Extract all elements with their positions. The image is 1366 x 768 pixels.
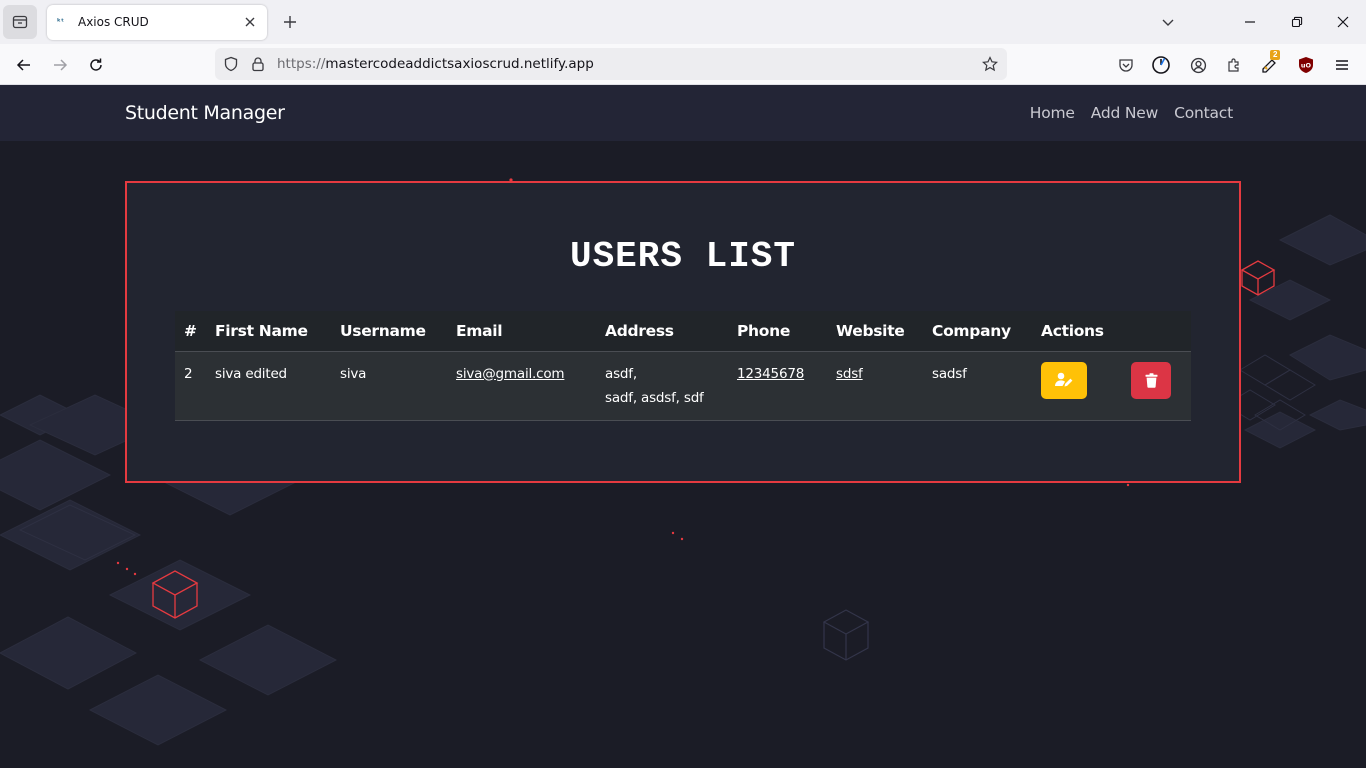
table-header-row: # First Name Username Email Address Phon… <box>175 311 1191 352</box>
restore-button[interactable] <box>1287 12 1307 32</box>
column-header-email: Email <box>447 311 596 352</box>
trash-icon <box>1145 372 1157 388</box>
delete-user-button[interactable] <box>1131 361 1171 399</box>
tab-favicon: ᵏᵗ <box>57 17 64 26</box>
users-list-title: USERS LIST <box>569 236 797 277</box>
todo-extension-button[interactable]: 2 <box>1259 50 1281 76</box>
phone-link[interactable]: 12345678 <box>737 366 804 382</box>
account-button[interactable] <box>1187 54 1209 76</box>
arrow-left-icon <box>16 59 30 71</box>
cell-username: siva <box>331 351 447 421</box>
address-line-1: asdf, <box>605 365 637 382</box>
address-line-2: sadf, asdsf, sdf <box>605 389 704 406</box>
app-menu-button[interactable] <box>1331 54 1353 76</box>
nav-home-link[interactable]: Home <box>1030 104 1075 122</box>
lock-icon[interactable] <box>250 56 266 72</box>
email-link[interactable]: siva@gmail.com <box>456 366 565 382</box>
pocket-button[interactable] <box>1115 54 1137 76</box>
web-page: Student Manager Home Add New Contact USE… <box>0 85 1366 768</box>
column-header-id: # <box>175 311 206 352</box>
tab-title: Axios CRUD <box>78 15 149 29</box>
cell-first-name: siva edited <box>206 351 331 421</box>
cell-edit-action <box>1032 351 1122 421</box>
bookmark-star-icon[interactable] <box>982 56 998 72</box>
back-button[interactable] <box>12 53 36 77</box>
main-nav: Home Add New Contact <box>1030 104 1233 122</box>
close-icon <box>1337 16 1349 28</box>
browser-tab[interactable]: ᵏᵗ Axios CRUD <box>47 5 267 40</box>
ublock-shield-icon: uO <box>1299 57 1313 73</box>
extensions-button[interactable] <box>1223 54 1245 76</box>
cell-website: sdsf <box>827 351 923 421</box>
extension-badge: 2 <box>1270 50 1281 60</box>
cell-phone: 12345678 <box>728 351 827 421</box>
reload-button[interactable] <box>84 53 108 77</box>
app-header: Student Manager Home Add New Contact <box>0 85 1366 141</box>
url-text[interactable]: https://mastercodeaddictsaxioscrud.netli… <box>277 56 594 72</box>
users-table: # First Name Username Email Address Phon… <box>175 311 1191 421</box>
column-header-address: Address <box>596 311 728 352</box>
window-close-button[interactable] <box>1333 12 1353 32</box>
brand-title[interactable]: Student Manager <box>125 102 285 124</box>
column-header-spacer <box>1122 311 1191 352</box>
ublock-button[interactable]: uO <box>1295 54 1317 76</box>
url-host: mastercodeaddictsaxioscrud.netlify.app <box>325 56 594 72</box>
website-link[interactable]: sdsf <box>836 366 863 382</box>
reload-icon <box>90 58 102 71</box>
user-edit-icon <box>1055 372 1073 387</box>
pocket-icon <box>1119 59 1133 72</box>
cell-address: asdf, sadf, asdsf, sdf <box>596 351 728 421</box>
tab-close-button[interactable] <box>241 13 259 31</box>
cell-email: siva@gmail.com <box>447 351 596 421</box>
list-all-tabs-button[interactable] <box>1158 12 1178 32</box>
account-icon <box>1190 57 1206 73</box>
cell-company: sadsf <box>923 351 1032 421</box>
new-tab-button[interactable] <box>280 12 300 32</box>
column-header-phone: Phone <box>728 311 827 352</box>
cell-id: 2 <box>175 351 206 421</box>
plus-icon <box>284 16 296 28</box>
minimize-button[interactable] <box>1240 12 1260 32</box>
tab-list-button[interactable] <box>3 5 37 39</box>
close-icon <box>245 17 255 27</box>
puzzle-icon <box>1228 58 1239 72</box>
column-header-company: Company <box>923 311 1032 352</box>
column-header-actions: Actions <box>1032 311 1122 352</box>
chevron-down-icon <box>1162 19 1174 26</box>
nav-add-new-link[interactable]: Add New <box>1091 104 1159 122</box>
hamburger-menu-icon <box>1336 60 1348 70</box>
restore-icon <box>1291 16 1303 28</box>
minimize-icon <box>1245 21 1255 23</box>
url-scheme: https:// <box>277 56 326 72</box>
timer-icon <box>1152 56 1170 74</box>
cell-delete-action <box>1122 351 1191 421</box>
timer-extension-button[interactable] <box>1150 54 1172 76</box>
column-header-website: Website <box>827 311 923 352</box>
tab-list-icon <box>12 15 28 29</box>
users-list-card: USERS LIST # First Name Username Email A… <box>125 181 1241 483</box>
table-row: 2 siva edited siva siva@gmail.com asdf, … <box>175 351 1191 421</box>
browser-tab-bar: ᵏᵗ Axios CRUD <box>0 0 1366 44</box>
column-header-username: Username <box>331 311 447 352</box>
svg-text:uO: uO <box>1301 62 1312 70</box>
column-header-first-name: First Name <box>206 311 331 352</box>
forward-button[interactable] <box>48 53 72 77</box>
address-bar[interactable]: https://mastercodeaddictsaxioscrud.netli… <box>215 48 1007 80</box>
edit-user-button[interactable] <box>1041 361 1087 399</box>
shield-icon[interactable] <box>223 56 239 72</box>
browser-nav-bar: https://mastercodeaddictsaxioscrud.netli… <box>0 44 1366 85</box>
arrow-right-icon <box>54 59 68 71</box>
nav-contact-link[interactable]: Contact <box>1174 104 1233 122</box>
